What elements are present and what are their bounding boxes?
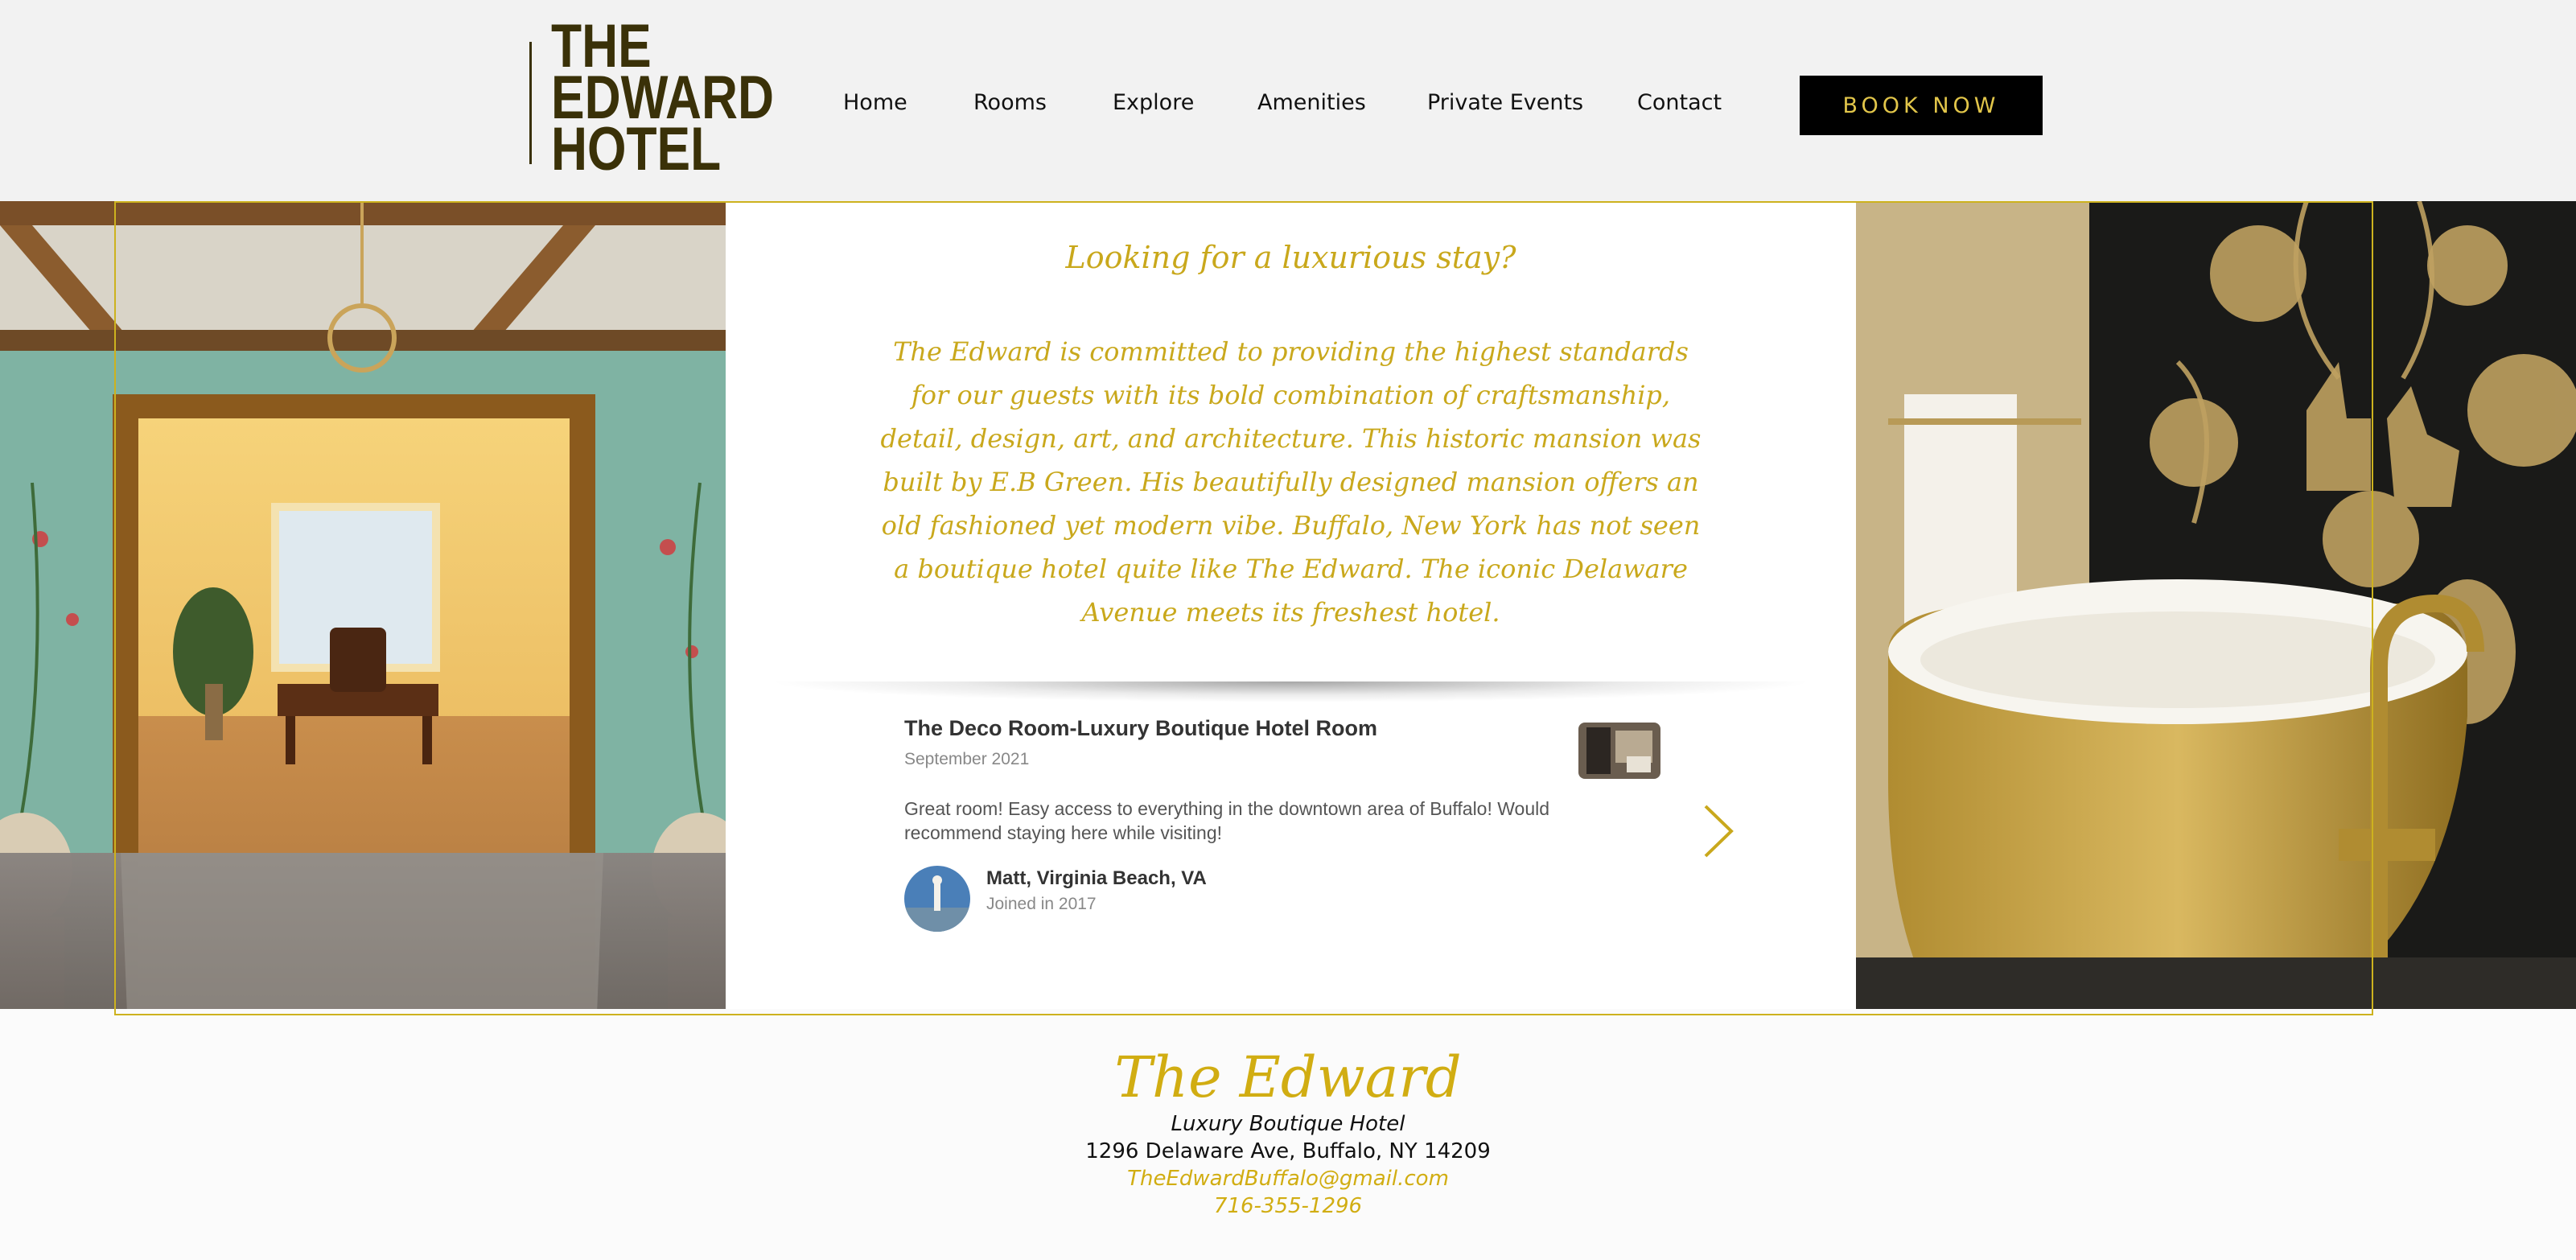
- review-title: The Deco Room-Luxury Boutique Hotel Room: [904, 716, 1378, 740]
- review-text: Great room! Easy access to everything in…: [904, 798, 1550, 843]
- footer-email-link[interactable]: TheEdwardBuffalo@gmail.com: [0, 1167, 2576, 1191]
- site-footer: The Edward Luxury Boutique Hotel 1296 De…: [0, 1012, 2576, 1260]
- footer-tagline: Luxury Boutique Hotel: [1171, 1112, 1405, 1136]
- review-card: The Deco Room-Luxury Boutique Hotel Room…: [904, 716, 1709, 990]
- footer-brand: The Edward: [1114, 1044, 1462, 1110]
- site-header: THE EDWARD HOTEL Home Rooms Explore Amen…: [0, 0, 2576, 201]
- nav-rooms[interactable]: Rooms: [973, 90, 1047, 115]
- nav-private-events[interactable]: Private Events: [1427, 90, 1583, 115]
- intro-body: The Edward is committed to providing the…: [880, 336, 1702, 628]
- reviewer-name: Matt, Virginia Beach, VA: [986, 867, 1207, 889]
- book-now-button[interactable]: BOOK NOW: [1800, 76, 2043, 135]
- footer-address: 1296 Delaware Ave, Buffalo, NY 14209: [1085, 1139, 1491, 1163]
- reviewer-joined: Joined in 2017: [986, 895, 1097, 913]
- room-thumbnail[interactable]: [1578, 723, 1660, 779]
- nav-contact[interactable]: Contact: [1637, 90, 1722, 115]
- footer-phone-link[interactable]: 716-355-1296: [0, 1194, 2576, 1218]
- nav-explore[interactable]: Explore: [1113, 90, 1194, 115]
- lobby-photo: [0, 201, 726, 1009]
- logo-divider: [529, 42, 532, 164]
- bathtub-photo: [1856, 201, 2576, 1009]
- intro-panel: Looking for a luxurious stay? The Edward…: [726, 201, 1856, 1009]
- reviewer-avatar: [904, 866, 970, 932]
- logo-line-3: HOTEL: [551, 115, 722, 183]
- chevron-right-icon[interactable]: [1701, 803, 1736, 859]
- nav-home[interactable]: Home: [843, 90, 907, 115]
- hotel-logo[interactable]: THE EDWARD HOTEL: [551, 16, 774, 183]
- intro-title: Looking for a luxurious stay?: [1065, 240, 1516, 275]
- review-date: September 2021: [904, 750, 1030, 768]
- divider-shadow: [766, 681, 1816, 702]
- nav-amenities[interactable]: Amenities: [1257, 90, 1366, 115]
